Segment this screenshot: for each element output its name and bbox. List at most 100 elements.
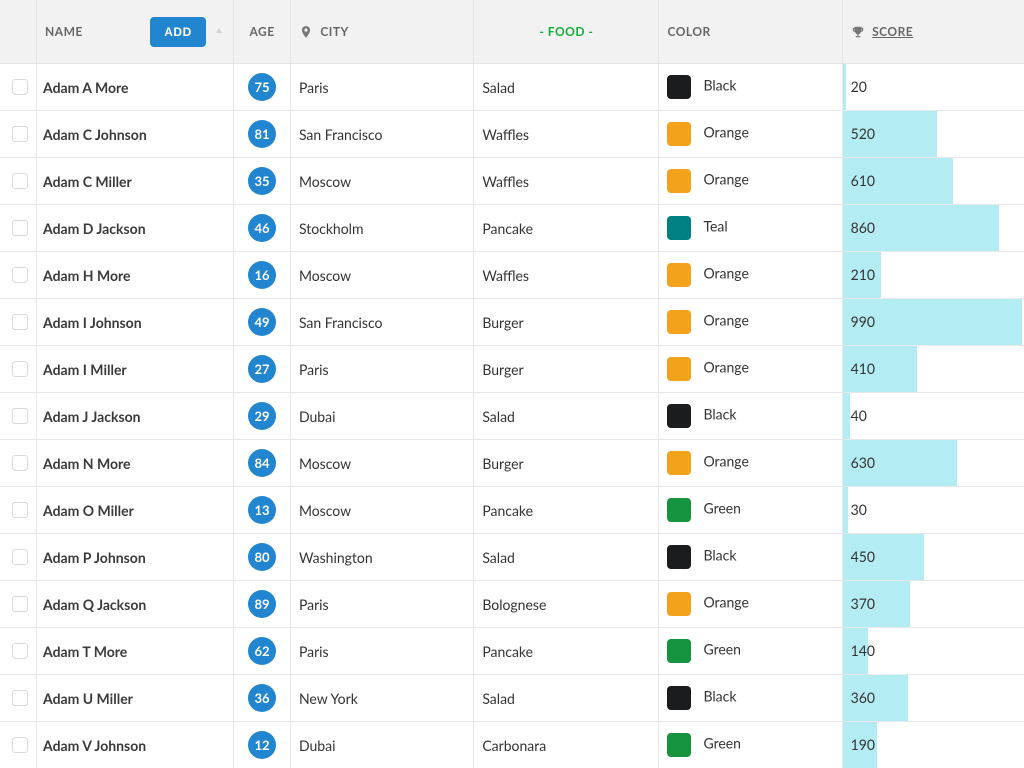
row-checkbox[interactable] bbox=[12, 737, 28, 753]
cell-name: Adam O Miller bbox=[37, 487, 234, 534]
data-grid: NAME ADD AGE CITY - FOOD - COLOR bbox=[0, 0, 1024, 768]
cell-city: Stockholm bbox=[291, 205, 474, 252]
table-row: Adam I Miller27ParisBurgerOrange410 bbox=[0, 346, 1024, 393]
cell-city: New York bbox=[291, 675, 474, 722]
color-label: Teal bbox=[703, 218, 727, 235]
sort-asc-icon bbox=[213, 26, 225, 38]
cell-food: Burger bbox=[474, 440, 659, 487]
color-swatch bbox=[667, 75, 691, 99]
cell-color: Orange bbox=[659, 346, 842, 393]
age-badge: 27 bbox=[248, 355, 276, 383]
cell-food: Bolognese bbox=[474, 581, 659, 628]
table-row: Adam H More16MoscowWafflesOrange210 bbox=[0, 252, 1024, 299]
cell-city: Moscow bbox=[291, 158, 474, 205]
color-swatch bbox=[667, 357, 691, 381]
table-row: Adam Q Jackson89ParisBologneseOrange370 bbox=[0, 581, 1024, 628]
color-label: Orange bbox=[703, 124, 748, 141]
score-value: 410 bbox=[843, 346, 1024, 392]
cell-age: 80 bbox=[234, 534, 291, 581]
table-row: Adam I Johnson49San FranciscoBurgerOrang… bbox=[0, 299, 1024, 346]
color-label: Black bbox=[703, 547, 736, 564]
cell-score: 630 bbox=[843, 440, 1024, 487]
cell-score: 610 bbox=[843, 158, 1024, 205]
cell-food: Pancake bbox=[474, 487, 659, 534]
row-checkbox[interactable] bbox=[12, 173, 28, 189]
row-checkbox[interactable] bbox=[12, 455, 28, 471]
color-swatch bbox=[667, 404, 691, 428]
cell-city: Washington bbox=[291, 534, 474, 581]
age-badge: 80 bbox=[248, 543, 276, 571]
row-checkbox[interactable] bbox=[12, 408, 28, 424]
cell-age: 62 bbox=[234, 628, 291, 675]
header-row: NAME ADD AGE CITY - FOOD - COLOR bbox=[0, 0, 1024, 64]
row-checkbox[interactable] bbox=[12, 220, 28, 236]
trophy-icon bbox=[851, 25, 865, 39]
cell-age: 89 bbox=[234, 581, 291, 628]
header-city[interactable]: CITY bbox=[291, 0, 474, 64]
table-row: Adam D Jackson46StockholmPancakeTeal860 bbox=[0, 205, 1024, 252]
cell-name: Adam I Johnson bbox=[37, 299, 234, 346]
age-badge: 81 bbox=[248, 120, 276, 148]
score-value: 40 bbox=[843, 393, 1024, 439]
cell-city: Dubai bbox=[291, 393, 474, 440]
cell-name: Adam Q Jackson bbox=[37, 581, 234, 628]
color-swatch bbox=[667, 639, 691, 663]
cell-food: Salad bbox=[474, 64, 659, 111]
cell-city: San Francisco bbox=[291, 111, 474, 158]
row-checkbox[interactable] bbox=[12, 502, 28, 518]
color-swatch bbox=[667, 451, 691, 475]
cell-color: Green bbox=[659, 487, 842, 534]
row-checkbox[interactable] bbox=[12, 79, 28, 95]
cell-food: Carbonara bbox=[474, 722, 659, 768]
header-name[interactable]: NAME ADD bbox=[37, 0, 234, 64]
cell-age: 13 bbox=[234, 487, 291, 534]
cell-score: 990 bbox=[843, 299, 1024, 346]
score-value: 30 bbox=[843, 487, 1024, 533]
header-checkbox bbox=[0, 0, 37, 64]
header-age-label: AGE bbox=[249, 24, 274, 39]
row-checkbox[interactable] bbox=[12, 549, 28, 565]
table-row: Adam U Miller36New YorkSaladBlack360 bbox=[0, 675, 1024, 722]
header-food[interactable]: - FOOD - bbox=[474, 0, 659, 64]
table-row: Adam A More75ParisSaladBlack20 bbox=[0, 64, 1024, 111]
row-checkbox[interactable] bbox=[12, 596, 28, 612]
age-badge: 12 bbox=[248, 731, 276, 759]
cell-food: Salad bbox=[474, 675, 659, 722]
header-color[interactable]: COLOR bbox=[659, 0, 842, 64]
cell-score: 450 bbox=[843, 534, 1024, 581]
row-checkbox[interactable] bbox=[12, 690, 28, 706]
color-label: Green bbox=[703, 500, 741, 517]
age-badge: 29 bbox=[248, 402, 276, 430]
cell-age: 12 bbox=[234, 722, 291, 768]
color-swatch bbox=[667, 733, 691, 757]
color-label: Orange bbox=[703, 359, 748, 376]
cell-city: Paris bbox=[291, 64, 474, 111]
age-badge: 35 bbox=[248, 167, 276, 195]
add-button[interactable]: ADD bbox=[150, 17, 206, 47]
cell-food: Waffles bbox=[474, 158, 659, 205]
map-marker-icon bbox=[299, 25, 313, 39]
age-badge: 46 bbox=[248, 214, 276, 242]
cell-color: Teal bbox=[659, 205, 842, 252]
cell-name: Adam D Jackson bbox=[37, 205, 234, 252]
row-checkbox[interactable] bbox=[12, 126, 28, 142]
header-age[interactable]: AGE bbox=[234, 0, 291, 64]
row-checkbox[interactable] bbox=[12, 643, 28, 659]
age-badge: 36 bbox=[248, 684, 276, 712]
row-checkbox[interactable] bbox=[12, 361, 28, 377]
row-checkbox[interactable] bbox=[12, 314, 28, 330]
color-swatch bbox=[667, 122, 691, 146]
color-swatch bbox=[667, 169, 691, 193]
row-checkbox[interactable] bbox=[12, 267, 28, 283]
cell-color: Black bbox=[659, 534, 842, 581]
color-label: Black bbox=[703, 406, 736, 423]
cell-score: 360 bbox=[843, 675, 1024, 722]
color-swatch bbox=[667, 592, 691, 616]
color-label: Orange bbox=[703, 594, 748, 611]
age-badge: 16 bbox=[248, 261, 276, 289]
cell-score: 410 bbox=[843, 346, 1024, 393]
cell-color: Orange bbox=[659, 252, 842, 299]
header-score[interactable]: SCORE bbox=[843, 0, 1024, 64]
table-row: Adam C Miller35MoscowWafflesOrange610 bbox=[0, 158, 1024, 205]
cell-name: Adam P Johnson bbox=[37, 534, 234, 581]
